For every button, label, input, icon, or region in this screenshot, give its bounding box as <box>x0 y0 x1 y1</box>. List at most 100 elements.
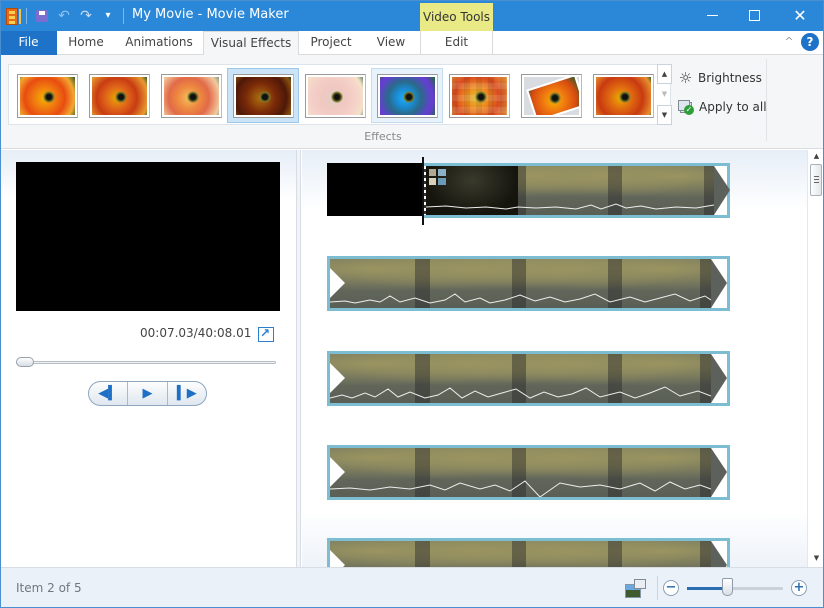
previous-frame-button[interactable]: ◀▍ <box>89 382 129 405</box>
storyboard <box>302 150 807 567</box>
effect-thumbnail <box>452 77 507 115</box>
effect-thumbnail <box>308 77 363 115</box>
window-title: My Movie - Movie Maker <box>132 7 289 22</box>
playback-controls: ◀▍ ▶ ▍▶ <box>88 381 207 406</box>
scrollbar-thumb[interactable] <box>810 164 822 196</box>
play-icon: ▶ <box>142 386 153 401</box>
tab-file[interactable]: File <box>0 31 57 55</box>
qat-separator <box>123 8 124 24</box>
storyboard-scrollbar[interactable]: ▲ ▼ <box>807 150 824 567</box>
status-separator <box>657 576 658 600</box>
scroll-up-button[interactable]: ▲ <box>808 150 824 162</box>
storyboard-clip-3[interactable] <box>327 351 730 406</box>
effect-thumbnail <box>380 77 435 115</box>
zoom-in-button[interactable]: + <box>791 580 807 596</box>
undo-icon: ↶ <box>58 8 70 24</box>
gallery-more-button[interactable]: ▼ <box>657 105 672 125</box>
seek-thumb[interactable] <box>16 357 34 367</box>
help-button[interactable]: ? <box>801 33 819 51</box>
close-button[interactable]: ✕ <box>777 0 823 31</box>
gallery-scroll-up-button[interactable]: ▲ <box>657 64 672 84</box>
video-tools-context-header: Video Tools <box>420 3 493 31</box>
zoom-slider-thumb[interactable] <box>722 578 734 596</box>
next-frame-button[interactable]: ▍▶ <box>168 382 206 405</box>
playhead[interactable] <box>422 157 424 225</box>
tab-home[interactable]: Home <box>57 31 115 55</box>
qat-separator <box>26 8 27 24</box>
redo-icon: ↷ <box>80 8 92 24</box>
effect-item[interactable] <box>587 68 659 123</box>
tab-view[interactable]: View <box>362 31 420 55</box>
clip-start-notch <box>330 457 345 487</box>
chevron-down-icon: ▼ <box>661 90 668 98</box>
effect-thumbnail <box>20 77 75 115</box>
effect-item-pixelate[interactable] <box>443 68 515 123</box>
gallery-scroll: ▲ ▼ ▼ <box>657 64 672 125</box>
scroll-down-icon: ▼ <box>813 554 820 562</box>
title-bar: ↶ ↷ ▾ My Movie - Movie Maker Video Tools… <box>0 0 824 31</box>
storyboard-clip-2[interactable] <box>327 256 730 311</box>
effect-item[interactable] <box>155 68 227 123</box>
audio-waveform <box>330 386 711 399</box>
fullscreen-preview-button[interactable] <box>258 326 274 342</box>
tab-project[interactable]: Project <box>300 31 362 55</box>
preview-pane: 00:07.03/40:08.01 ◀▍ ▶ ▍▶ <box>0 150 297 567</box>
thumbnail-size-button[interactable] <box>625 579 646 598</box>
effect-item-rotate[interactable] <box>515 68 587 123</box>
seek-bar[interactable] <box>18 361 276 364</box>
effect-item[interactable] <box>83 68 155 123</box>
effect-item[interactable] <box>299 68 371 123</box>
scroll-down-button[interactable]: ▼ <box>808 552 824 564</box>
group-separator <box>766 59 767 141</box>
scroll-up-icon: ▲ <box>813 152 820 160</box>
movie-maker-app-icon[interactable] <box>6 7 21 25</box>
visual-effect-badge-icon <box>429 169 446 185</box>
effect-item[interactable] <box>371 68 443 123</box>
clip-end-arrow <box>711 541 727 567</box>
effect-item[interactable] <box>11 68 83 123</box>
minimize-button[interactable] <box>689 0 735 31</box>
clip-end-arrow <box>711 259 727 308</box>
expand-gallery-icon: ▼ <box>661 111 668 119</box>
tab-visual-effects[interactable]: Visual Effects <box>203 31 299 56</box>
item-status: Item 2 of 5 <box>16 581 82 595</box>
customize-qat-button[interactable]: ▾ <box>101 9 115 23</box>
zoom-slider[interactable] <box>687 587 783 590</box>
zoom-in-icon: + <box>793 580 805 595</box>
collapse-ribbon-button[interactable]: ^ <box>782 35 796 49</box>
effect-thumbnail <box>92 77 147 115</box>
effect-thumbnail <box>596 77 651 115</box>
help-icon: ? <box>806 35 814 49</box>
storyboard-clip-4[interactable] <box>327 445 730 500</box>
storyboard-clip-5[interactable] <box>327 538 730 567</box>
tab-animations[interactable]: Animations <box>116 31 202 55</box>
apply-to-all-button[interactable]: Apply to all <box>678 96 767 118</box>
redo-button[interactable]: ↷ <box>79 9 93 23</box>
black-title-clip[interactable] <box>327 163 422 216</box>
ribbon-visual-effects: ▲ ▼ ▼ ☼ Brightness Apply to all Effects <box>0 55 824 149</box>
undo-button[interactable]: ↶ <box>57 9 71 23</box>
gallery-scroll-down-button[interactable]: ▼ <box>657 84 672 104</box>
zoom-out-button[interactable]: − <box>663 580 679 596</box>
tab-edit[interactable]: Edit <box>420 31 493 55</box>
customize-qat-icon: ▾ <box>105 10 111 21</box>
brightness-button[interactable]: ☼ Brightness <box>678 67 762 89</box>
effect-thumbnail <box>164 77 219 115</box>
maximize-button[interactable] <box>731 0 777 31</box>
effect-item-selected[interactable] <box>227 68 299 123</box>
quick-access-toolbar: ↶ ↷ ▾ <box>6 6 124 26</box>
pane-splitter[interactable] <box>297 150 301 567</box>
zoom-out-icon: − <box>665 580 677 595</box>
video-preview-screen[interactable] <box>16 162 280 311</box>
apply-to-all-icon <box>678 99 694 115</box>
clip-end-arrow <box>711 354 727 403</box>
audio-waveform <box>330 480 711 497</box>
storyboard-clip-1[interactable] <box>422 163 730 218</box>
status-bar: Item 2 of 5 − + <box>0 567 824 608</box>
play-button[interactable]: ▶ <box>128 382 168 405</box>
audio-waveform <box>426 203 714 210</box>
clip-start-notch <box>330 363 345 393</box>
ribbon-tab-row: File Home Animations Visual Effects Proj… <box>0 31 824 56</box>
save-button[interactable] <box>35 9 49 23</box>
brightness-icon: ☼ <box>678 68 693 87</box>
